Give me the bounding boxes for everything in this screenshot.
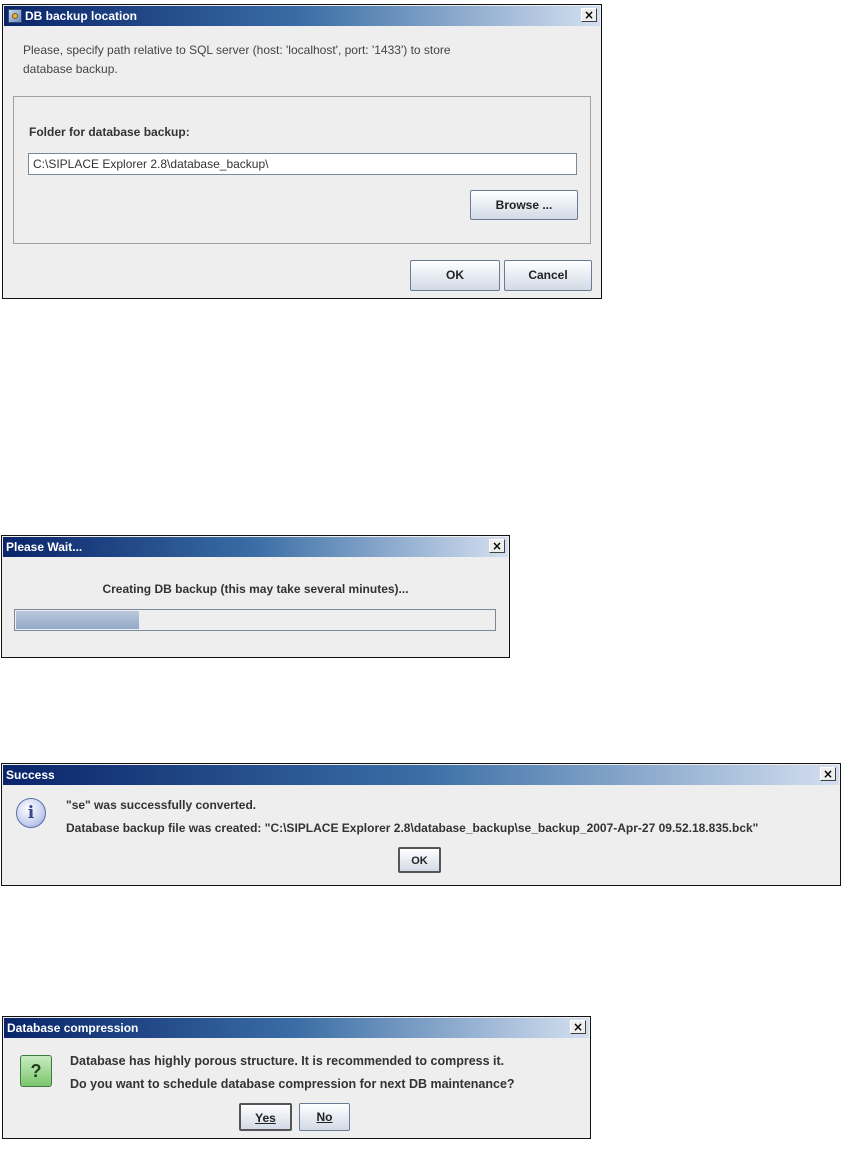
dialog-title: Database compression	[7, 1021, 139, 1035]
compression-line-2: Do you want to schedule database compres…	[70, 1077, 515, 1091]
success-dialog: Success × i "se" was successfully conver…	[1, 763, 841, 886]
browse-button[interactable]: Browse ...	[470, 190, 578, 220]
ok-button[interactable]: OK	[398, 847, 441, 873]
question-icon: ?	[20, 1055, 52, 1087]
please-wait-dialog: Please Wait... × Creating DB backup (thi…	[1, 535, 510, 658]
compression-line-1: Database has highly porous structure. It…	[70, 1054, 505, 1068]
folder-panel: Folder for database backup: Browse ...	[13, 96, 591, 244]
app-icon	[8, 9, 22, 23]
no-button[interactable]: No	[299, 1103, 350, 1131]
title-bar: Database compression ×	[4, 1018, 589, 1038]
close-button[interactable]: ×	[489, 539, 505, 553]
dialog-title: Success	[6, 768, 55, 782]
database-compression-dialog: Database compression × ? Database has hi…	[2, 1016, 591, 1139]
folder-path-input[interactable]	[28, 153, 577, 175]
success-line-1: "se" was successfully converted.	[66, 798, 257, 812]
title-bar: DB backup location ×	[4, 6, 600, 26]
success-line-2: Database backup file was created: "C:\SI…	[66, 821, 759, 835]
description-line-1: Please, specify path relative to SQL ser…	[23, 43, 451, 57]
close-button[interactable]: ×	[581, 8, 597, 22]
ok-button[interactable]: OK	[410, 260, 500, 291]
progress-bar	[14, 609, 496, 631]
wait-message: Creating DB backup (this may take severa…	[102, 582, 409, 596]
dialog-title: Please Wait...	[6, 540, 83, 554]
yes-button[interactable]: Yes	[239, 1103, 292, 1131]
title-bar: Please Wait... ×	[3, 537, 508, 557]
no-label: No	[316, 1110, 333, 1124]
close-button[interactable]: ×	[820, 767, 836, 781]
info-icon: i	[16, 798, 46, 828]
dialog-title: DB backup location	[25, 9, 138, 23]
folder-label: Folder for database backup:	[29, 125, 190, 139]
db-backup-location-dialog: DB backup location × Please, specify pat…	[2, 4, 602, 299]
title-bar: Success ×	[3, 765, 839, 785]
progress-fill	[16, 611, 139, 629]
cancel-button[interactable]: Cancel	[504, 260, 592, 291]
close-button[interactable]: ×	[570, 1020, 586, 1034]
yes-label: Yes	[255, 1111, 276, 1125]
description-line-2: database backup.	[23, 62, 118, 76]
